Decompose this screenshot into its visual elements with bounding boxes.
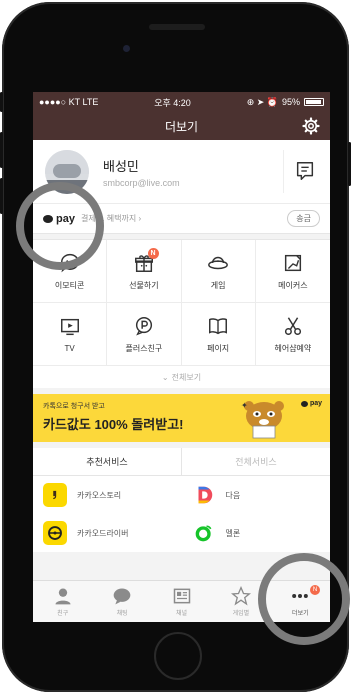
chat-icon [113,588,131,605]
services-section: 추천서비스 전체서비스 카카오스토리 다음 카카오드라이버 멜론 [33,448,330,552]
tab-label: 게임별 [232,611,250,617]
makers-icon [284,254,301,271]
app-screen: ●●●●○ KT LTE 오후 4:20 ⊕ ➤ ⏰ 95% 더보기 배성민 s… [33,92,330,622]
highlight-ring-pay [16,182,104,270]
grid-item-label: 페이지 [207,343,230,353]
promo-banner[interactable]: 카톡으로 청구서 받고 카드값도 100% 돌려받고! ✦ pay [33,394,330,442]
grid-item-hairshop[interactable]: 헤어샵예약 [255,303,330,366]
carrier-label: ●●●●○ KT LTE [39,97,99,107]
service-kakaostory[interactable]: 카카오스토리 [33,476,182,514]
grid-item-label: 헤어샵예약 [274,343,312,353]
service-daum[interactable]: 다음 [182,476,331,514]
divider [283,150,284,193]
chevron-down-icon: ⌄ [161,372,169,382]
services-tabs: 추천서비스 전체서비스 [33,448,330,476]
memo-chat-icon[interactable] [294,160,316,182]
home-button[interactable] [154,632,202,680]
tv-icon [60,318,79,335]
profile-email: smbcorp@live.com [103,177,180,188]
kakaodriver-icon [43,521,67,545]
mute-switch [0,92,3,112]
channel-icon [173,588,190,604]
svg-text:✦: ✦ [241,401,248,410]
grid-item-label: 메이커스 [278,280,308,290]
service-label: 카카오스토리 [77,490,122,500]
service-label: 다음 [225,490,241,500]
grid-item-label: 선물하기 [129,280,159,290]
remit-button[interactable]: 송금 [287,210,320,227]
view-all-label: 전체보기 [171,372,202,382]
tab-recommended[interactable]: 추천서비스 [33,448,182,475]
tab-all-services[interactable]: 전체서비스 [182,448,330,475]
volume-down-button [0,178,3,214]
tab-channel[interactable]: 채널 [152,581,211,622]
service-kakaodriver[interactable]: 카카오드라이버 [33,514,182,552]
service-label: 카카오드라이버 [77,528,129,538]
grid-item-label: 플러스친구 [125,343,163,353]
banner-pay-logo: pay [300,400,322,407]
scissors-icon [284,316,301,335]
person-icon [55,588,71,605]
volume-up-button [0,132,3,168]
grid-item-game[interactable]: 게임 [181,240,256,303]
book-icon [209,317,228,334]
tab-chats[interactable]: 채팅 [92,581,151,622]
grid-item-label: TV [64,343,75,353]
ryan-character-icon: ✦ [241,401,284,439]
ufo-game-icon [208,256,229,269]
top-navbar: 더보기 [33,112,330,140]
plus-friend-icon [135,316,152,336]
page-title: 더보기 [164,119,199,134]
profile-name: 배성민 [103,158,139,174]
battery-icon [304,98,324,106]
view-all-button[interactable]: ⌄ 전체보기 [33,366,330,388]
tab-label: 채널 [175,611,188,617]
front-camera [123,45,130,52]
grid-item-tv[interactable]: TV [33,303,108,366]
melon-icon [192,521,216,545]
banner-pay-text: pay [309,400,322,407]
settings-gear-icon[interactable] [302,117,320,135]
lock-rotation-icon: ⊕ ➤ ⏰ [246,96,278,107]
clock: 오후 4:20 [154,97,191,108]
highlight-ring-more-tab [258,553,350,645]
speaker [149,24,205,30]
pay-bubble-icon [300,400,308,407]
new-badge: N [147,248,159,259]
grid-item-gift[interactable]: N 선물하기 [107,240,182,303]
service-label: 멜론 [225,528,241,538]
tab-label: 채팅 [116,611,128,617]
status-bar: ●●●●○ KT LTE 오후 4:20 ⊕ ➤ ⏰ 95% [33,92,330,112]
grid-item-makers[interactable]: 메이커스 [255,240,330,303]
service-melon[interactable]: 멜론 [182,514,331,552]
tab-label: 친구 [57,611,69,617]
star-icon [230,586,251,606]
grid-item-page[interactable]: 페이지 [181,303,256,366]
kakaostory-icon [43,483,67,507]
grid-item-plus-friend[interactable]: 플러스친구 [107,303,182,366]
grid-item-label: 이모티콘 [54,280,85,290]
daum-icon [192,483,216,507]
tab-friends[interactable]: 친구 [33,581,92,622]
battery-percent: 95% [281,97,300,107]
grid-item-label: 게임 [210,280,226,290]
